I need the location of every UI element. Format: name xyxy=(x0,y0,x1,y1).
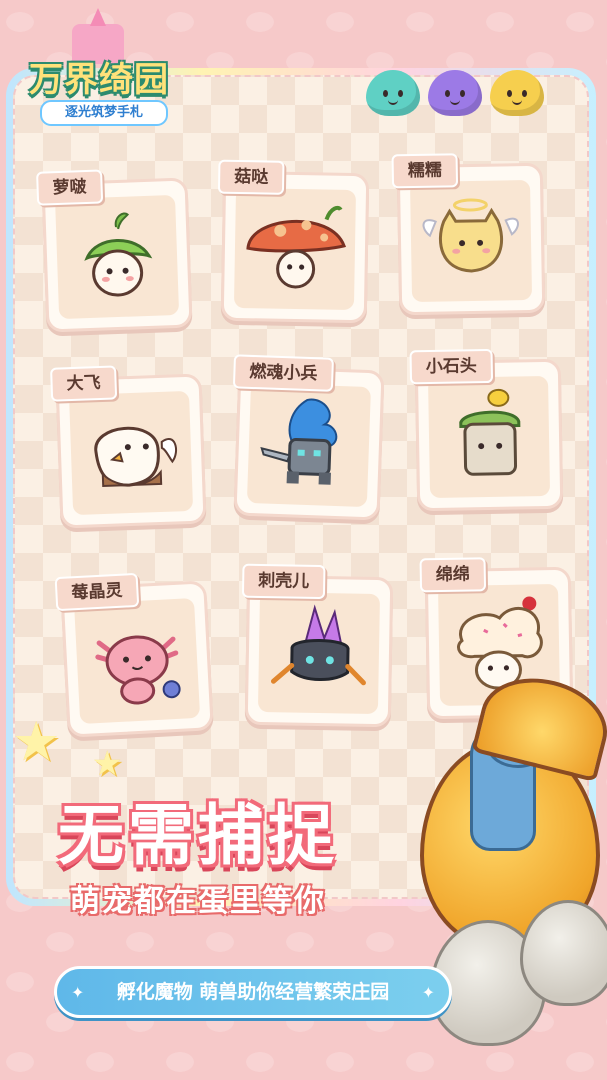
card-art xyxy=(246,382,371,508)
monster-name: 小石头 xyxy=(409,348,494,385)
axolotl-icon xyxy=(95,635,181,705)
monster-name: 大飞 xyxy=(50,365,118,402)
monster-card[interactable]: 小石头 xyxy=(409,348,564,512)
monster-card[interactable]: 菇哒 xyxy=(217,159,370,324)
monster-card[interactable]: 大飞 xyxy=(50,365,207,529)
monster-card[interactable]: 莓晶灵 xyxy=(54,572,214,738)
sparkle-icon: ✦ xyxy=(421,983,435,1002)
monster-name: 莓晶灵 xyxy=(54,572,140,612)
monster-card[interactable]: 萝啵 xyxy=(36,169,193,333)
teal-slime-icon xyxy=(366,70,420,116)
monster-name: 刺壳儿 xyxy=(241,563,326,600)
angel-cat-icon xyxy=(422,198,519,273)
card-art xyxy=(55,194,180,320)
headline: 无需捕捉 xyxy=(58,797,338,874)
monster-card[interactable]: 刺壳儿 xyxy=(241,563,394,728)
card-art xyxy=(409,179,533,303)
feature-banner: ✦ 孵化魔物 萌兽助你经营繁荣庄园 ✦ xyxy=(54,966,452,1018)
yellow-slime-icon xyxy=(490,70,544,116)
card-art xyxy=(257,591,381,715)
banner-text: 孵化魔物 萌兽助你经营繁荣庄园 xyxy=(116,981,390,1003)
star-icon: ★ xyxy=(12,710,61,773)
monster-name: 菇哒 xyxy=(217,159,285,195)
monster-name: 萝啵 xyxy=(36,169,104,206)
card-art xyxy=(233,187,357,311)
monster-name: 绵绵 xyxy=(419,557,487,593)
monster-name: 糯糯 xyxy=(391,153,459,189)
mossy-rock-icon xyxy=(459,388,521,476)
game-logo: 万界绮园 逐光筑梦手札 xyxy=(14,8,184,126)
logo-subtitle: 逐光筑梦手札 xyxy=(40,100,168,126)
crystal-crab-icon xyxy=(270,604,366,686)
eagle-chick-icon xyxy=(94,426,177,488)
card-art xyxy=(69,390,194,516)
monster-name: 燃魂小兵 xyxy=(232,354,334,392)
card-art xyxy=(427,375,551,499)
monster-card[interactable]: 糯糯 xyxy=(391,153,546,316)
flame-knight-icon xyxy=(260,398,338,485)
mushroom-icon xyxy=(246,205,347,289)
monster-card[interactable]: 燃魂小兵 xyxy=(232,354,385,521)
star-icon: ★ xyxy=(92,744,123,784)
card-art xyxy=(74,597,201,725)
sprout-turnip-icon xyxy=(84,212,153,297)
logo-title: 万界绮园 xyxy=(29,60,169,100)
purple-slime-icon xyxy=(428,70,482,116)
subheadline: 萌宠都在蛋里等你 xyxy=(70,884,326,919)
